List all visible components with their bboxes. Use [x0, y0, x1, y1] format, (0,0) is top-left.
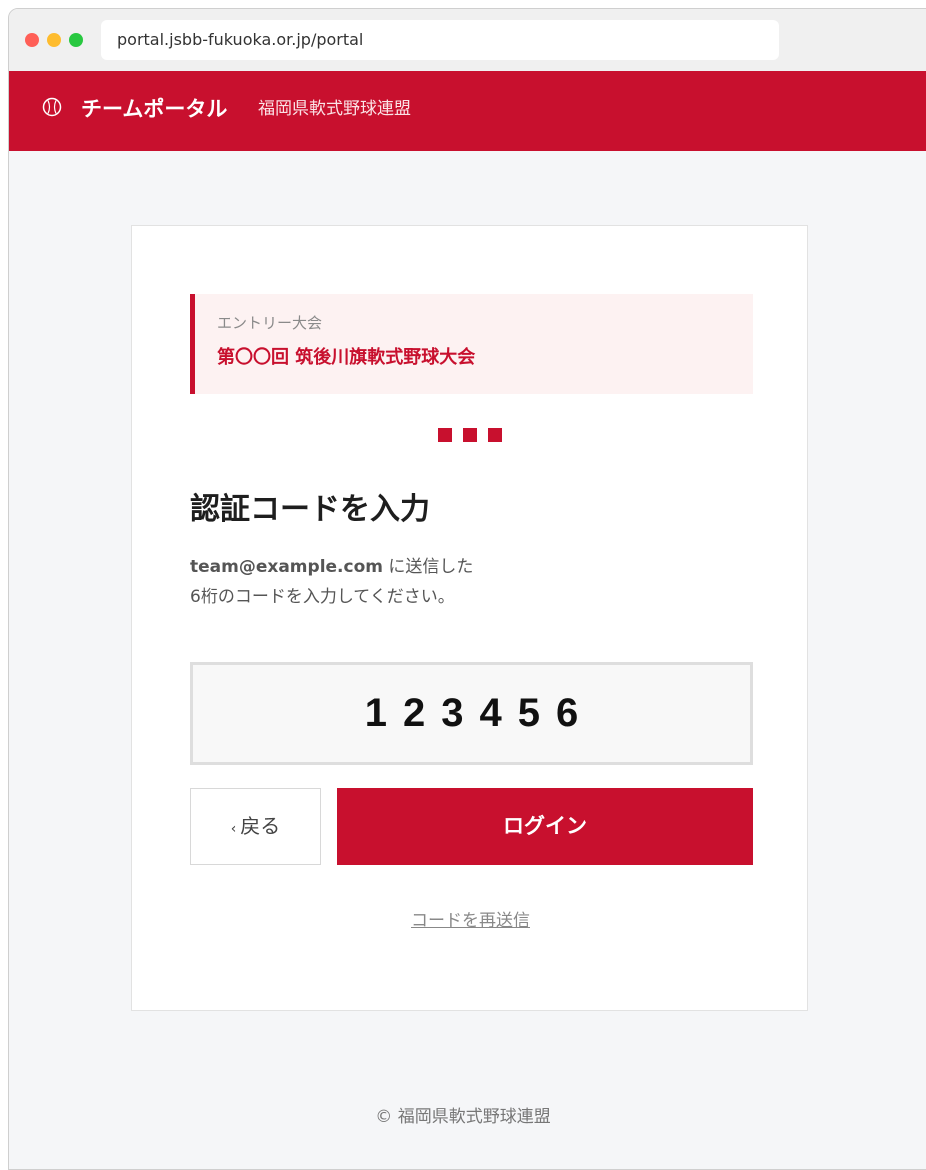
entry-label: エントリー大会 [217, 314, 323, 332]
minimize-window-button[interactable] [47, 33, 61, 47]
step-3 [488, 428, 502, 442]
site-header: チームポータル 福岡県軟式野球連盟 [9, 71, 926, 151]
entry-tournament-box: エントリー大会 第〇〇回 筑後川旗軟式野球大会 [190, 294, 753, 394]
auth-description: team@example.com に送信した 6桁のコードを入力してください。 [190, 552, 473, 612]
chevron-left-icon: ‹ [230, 821, 237, 837]
desc-instruction: 6桁のコードを入力してください。 [190, 587, 455, 607]
address-bar[interactable]: portal.jsbb-fukuoka.or.jp/portal [101, 20, 779, 60]
page-title: 認証コードを入力 [190, 492, 430, 527]
maximize-window-button[interactable] [69, 33, 83, 47]
verification-code-input[interactable]: 123456 [190, 662, 753, 765]
baseball-icon [42, 97, 62, 117]
back-button-label: 戻る [240, 814, 281, 838]
back-button[interactable]: ‹ 戻る [190, 788, 321, 865]
organization-name: 福岡県軟式野球連盟 [258, 99, 411, 119]
browser-chrome: portal.jsbb-fukuoka.or.jp/portal [9, 9, 926, 72]
resend-code-link[interactable]: コードを再送信 [132, 906, 809, 931]
browser-window: portal.jsbb-fukuoka.or.jp/portal チームポータル… [8, 8, 926, 1170]
step-2 [463, 428, 477, 442]
footer-copyright: © 福岡県軟式野球連盟 [375, 1107, 551, 1127]
auth-card: エントリー大会 第〇〇回 筑後川旗軟式野球大会 認証コードを入力 team@ex… [131, 225, 808, 1011]
email-address: team@example.com [190, 557, 383, 577]
step-1 [438, 428, 452, 442]
tournament-name: 第〇〇回 筑後川旗軟式野球大会 [217, 347, 476, 368]
portal-brand[interactable]: チームポータル [81, 95, 227, 123]
desc-sent-text: に送信した [382, 557, 474, 577]
close-window-button[interactable] [25, 33, 39, 47]
login-button[interactable]: ログイン [337, 788, 753, 865]
